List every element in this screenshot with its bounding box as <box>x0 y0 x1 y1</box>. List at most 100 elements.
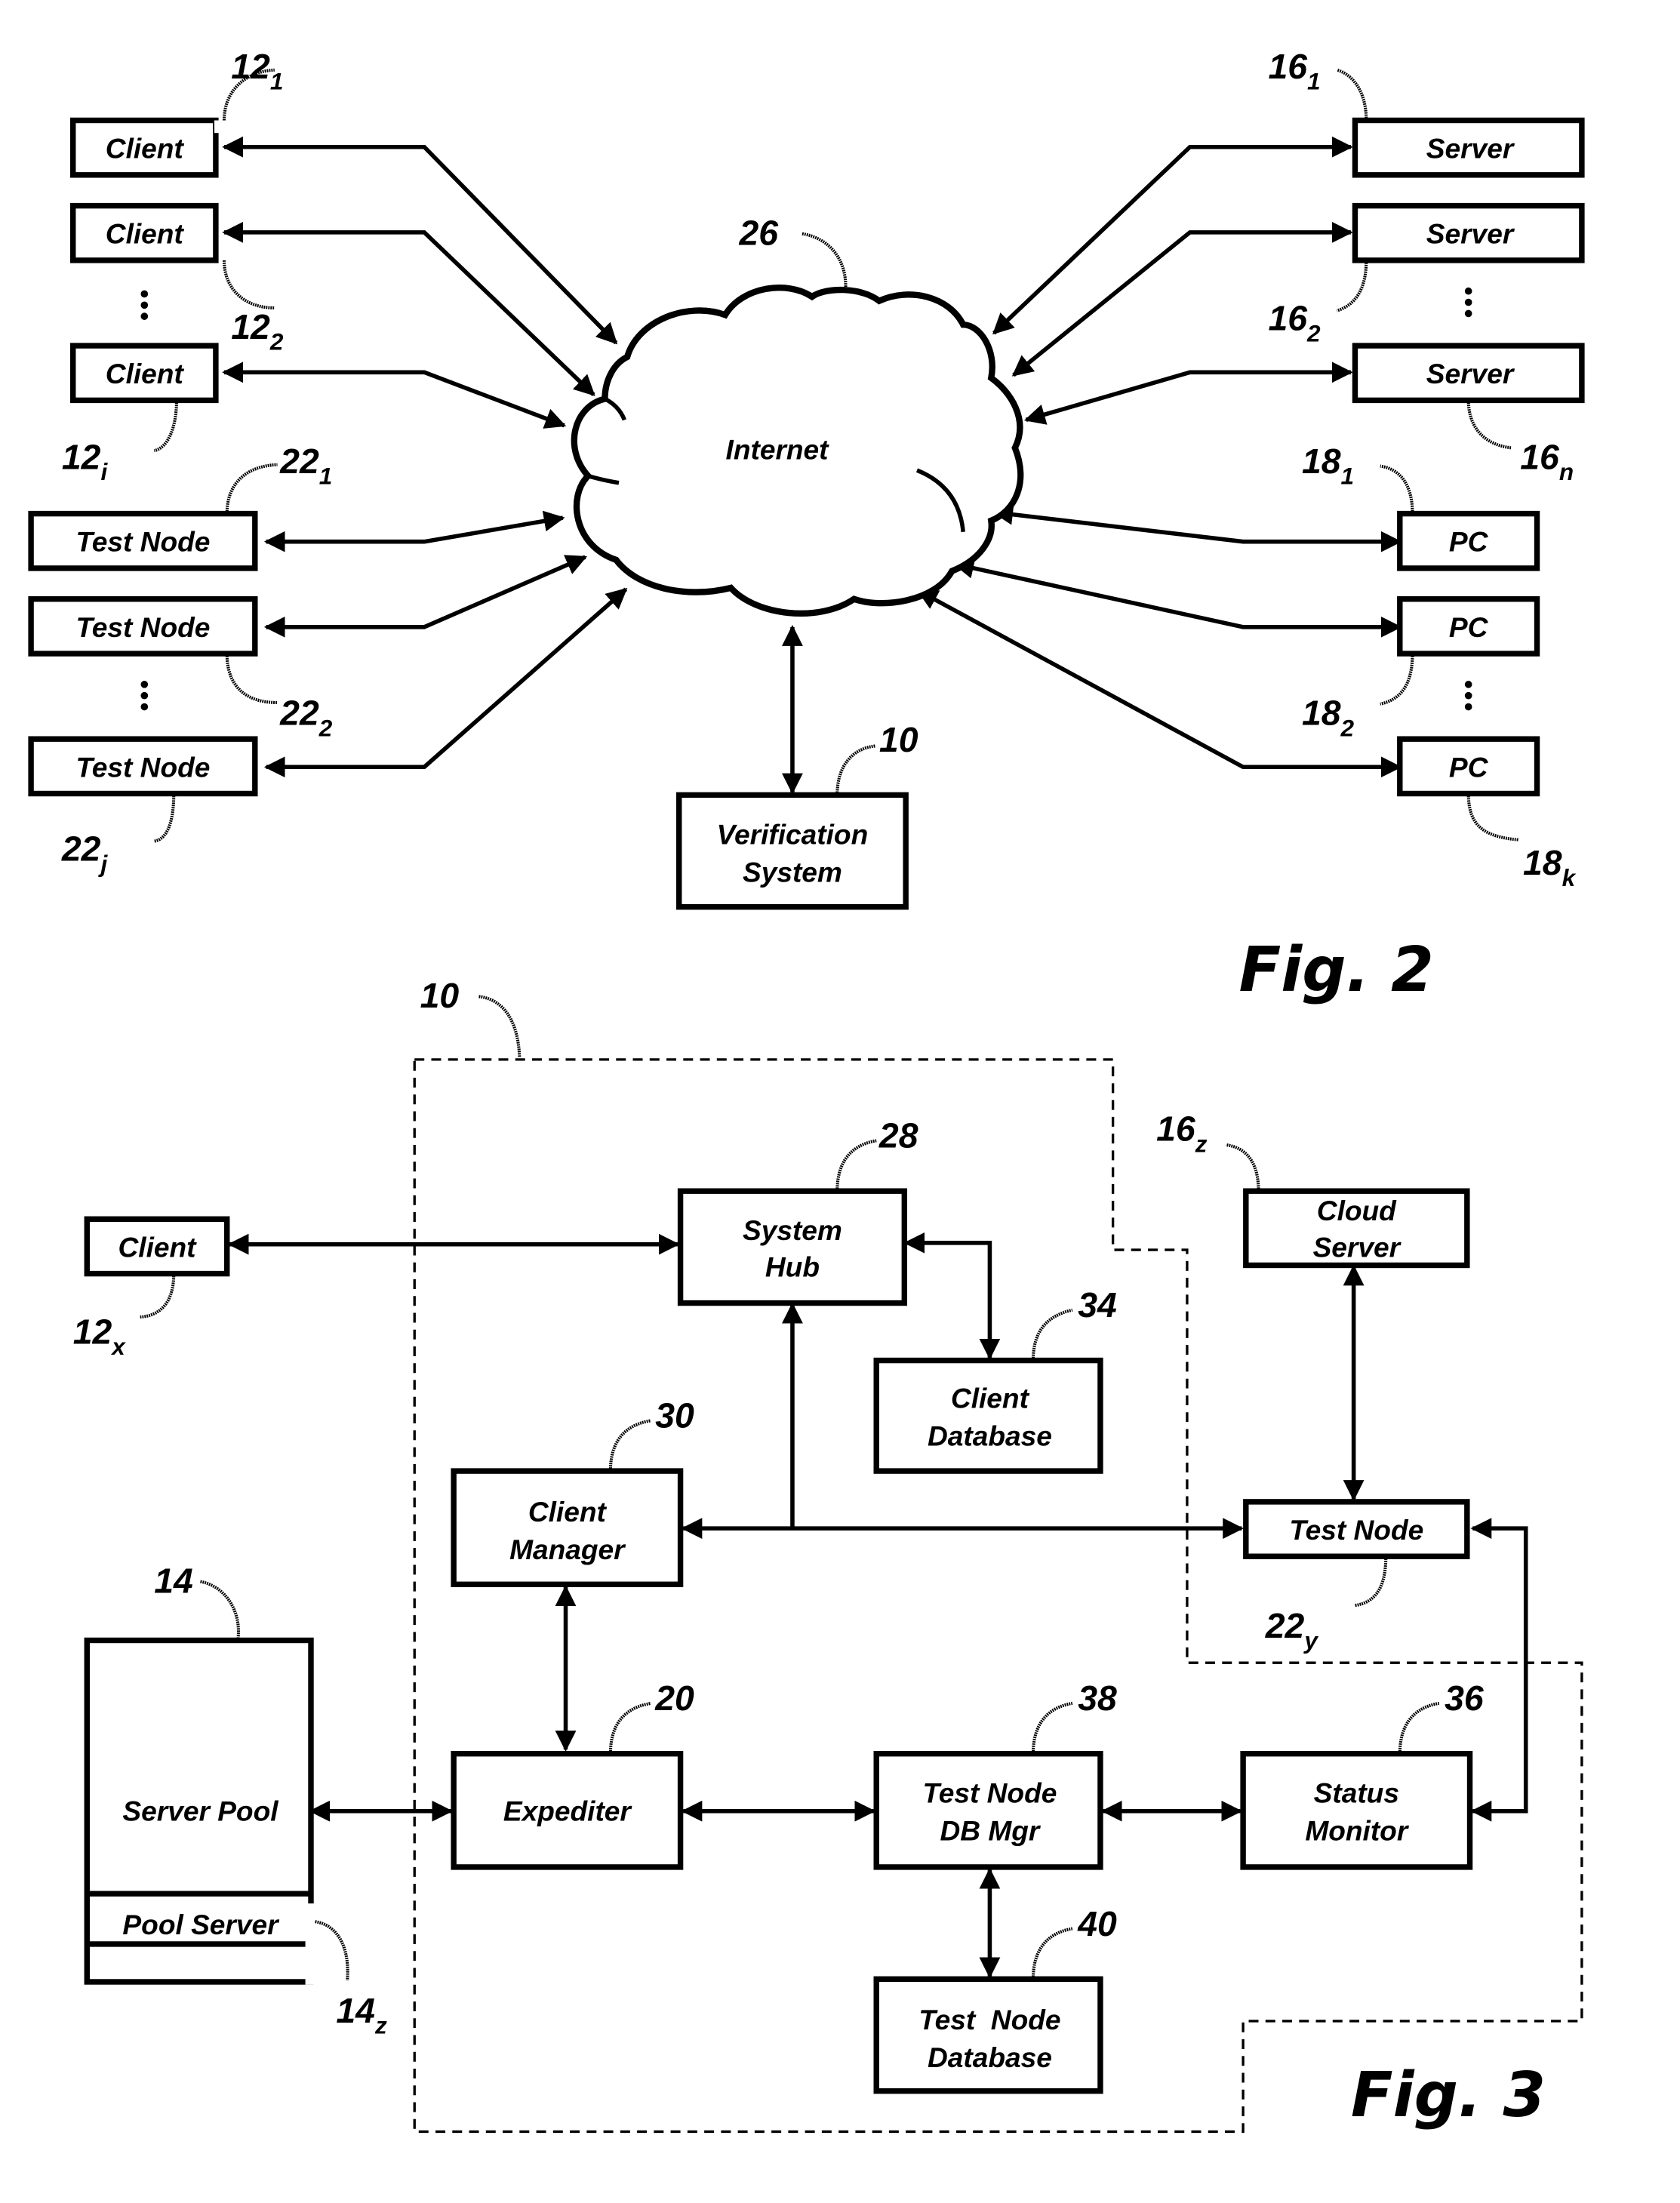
client-manager-box[interactable]: Client Manager <box>451 1468 684 1588</box>
testnode-box-j[interactable]: Test Node <box>28 736 258 797</box>
ref-36: 36 <box>1445 1678 1485 1718</box>
client-database-label-1: Client <box>951 1383 1030 1414</box>
testnode-label: Test Node <box>76 526 211 558</box>
test-node-database-label-2: Database <box>928 2041 1052 2073</box>
system-hub-label-2: Hub <box>765 1251 820 1282</box>
leader-30 <box>608 1419 651 1472</box>
ref-12-x: 12x <box>73 1312 127 1360</box>
leader-34 <box>1031 1308 1073 1361</box>
ref-18-2: 182 <box>1302 694 1355 742</box>
server-box-2[interactable]: Server <box>1352 202 1585 263</box>
ref-22-j: 22j <box>61 829 109 878</box>
verification-system-box[interactable]: Verification System <box>676 792 909 910</box>
client-box-i[interactable]: Client <box>70 343 219 404</box>
ref-18-1: 181 <box>1302 442 1354 490</box>
test-node-database-box[interactable]: Test Node Database <box>873 1976 1103 2094</box>
link-testnode-2 <box>263 555 588 638</box>
link-server-n <box>1023 362 1353 425</box>
ref-26: 26 <box>738 214 779 253</box>
leader-40 <box>1031 1927 1073 1980</box>
leader-18-2 <box>1380 654 1414 706</box>
test-node-db-mgr-box[interactable]: Test Node DB Mgr <box>873 1750 1103 1870</box>
leader-26 <box>802 232 848 290</box>
ref-40: 40 <box>1077 1904 1117 1943</box>
ellipsis-testnodes <box>140 681 149 711</box>
ref-12-i: 12i <box>62 437 109 485</box>
pc-box-1[interactable]: PC <box>1397 510 1540 571</box>
leader-10 <box>835 744 875 795</box>
ellipsis-pcs <box>1464 681 1472 711</box>
client-label: Client <box>106 358 185 389</box>
status-monitor-box[interactable]: Status Monitor <box>1240 1750 1473 1870</box>
system-hub-box[interactable]: System Hub <box>677 1188 908 1306</box>
testnode-box-1[interactable]: Test Node <box>28 510 258 571</box>
server-pool-label: Server Pool <box>122 1795 278 1827</box>
expediter-box[interactable]: Expediter <box>451 1750 684 1870</box>
link-hub-clientdb <box>903 1232 1001 1360</box>
testnode-label: Test Node <box>1289 1514 1423 1546</box>
testnode-box-2[interactable]: Test Node <box>28 596 258 657</box>
leader-22-y <box>1355 1556 1388 1608</box>
ref-34: 34 <box>1078 1285 1117 1325</box>
verification-system-label-2: System <box>743 856 842 888</box>
leader-38 <box>1031 1701 1073 1754</box>
client-label: Client <box>118 1231 197 1263</box>
pc-box-k[interactable]: PC <box>1397 736 1540 797</box>
patent-figure-sheet: Internet 26 Client 121 Client 122 Client… <box>28 47 1585 2134</box>
cloud-server-box[interactable]: Cloud Server <box>1243 1188 1470 1269</box>
leader-22-1 <box>225 463 278 514</box>
status-monitor-label-1: Status <box>1314 1777 1399 1809</box>
client-box-1[interactable]: Client <box>70 117 223 178</box>
ref-28: 28 <box>878 1116 918 1155</box>
ref-16-2: 162 <box>1268 299 1321 347</box>
pc-label: PC <box>1449 526 1489 558</box>
ref-14-z: 14z <box>336 1991 387 2039</box>
cloud-server-label-1: Cloud <box>1317 1195 1397 1226</box>
ellipsis-servers <box>1464 287 1472 318</box>
client-manager-label-2: Manager <box>509 1534 626 1565</box>
link-pc-k <box>916 589 1402 778</box>
leader-22-2 <box>225 654 278 705</box>
ref-38: 38 <box>1078 1678 1117 1718</box>
leader-18-1 <box>1380 464 1414 514</box>
fig2-title: Fig. 2 <box>1239 934 1434 1006</box>
internet-label: Internet <box>726 433 830 465</box>
server-box-1[interactable]: Server <box>1352 117 1585 178</box>
ref-22-2: 222 <box>279 694 333 742</box>
ref-12-2: 122 <box>231 307 284 355</box>
link-pc-1 <box>992 503 1402 552</box>
link-pc-2 <box>952 558 1402 638</box>
leader-16-2 <box>1336 260 1368 312</box>
pool-server-label: Pool Server <box>122 1909 280 1940</box>
fig3-client-box[interactable]: Client <box>84 1216 230 1277</box>
testnode-label: Test Node <box>76 751 211 783</box>
client-label: Client <box>106 133 185 165</box>
ref-18-k: 18k <box>1523 843 1577 891</box>
pc-box-2[interactable]: PC <box>1397 596 1540 657</box>
testnode-label: Test Node <box>76 611 211 643</box>
ref-16-1: 161 <box>1268 47 1320 95</box>
link-client-i <box>222 362 567 429</box>
fig3-title: Fig. 3 <box>1351 2060 1546 2131</box>
status-monitor-label-2: Monitor <box>1305 1815 1409 1847</box>
server-label: Server <box>1426 358 1515 389</box>
server-label: Server <box>1426 218 1515 250</box>
ref-10-fig3: 10 <box>420 976 460 1015</box>
fig3-testnode-box[interactable]: Test Node <box>1243 1499 1470 1559</box>
ref-12-1: 121 <box>231 47 283 95</box>
server-pool-box[interactable]: Server Pool Pool Server <box>84 1637 317 1985</box>
leader-16-z <box>1226 1143 1260 1192</box>
leader-14-z <box>315 1920 349 1981</box>
test-node-database-label-1: Test Node <box>918 2004 1060 2035</box>
client-database-box[interactable]: Client Database <box>873 1357 1103 1474</box>
leader-36 <box>1398 1701 1440 1754</box>
link-client-1 <box>222 136 618 345</box>
leader-16-1 <box>1336 68 1368 121</box>
ref-22-y: 22y <box>1265 1606 1319 1654</box>
ref-20: 20 <box>654 1678 694 1718</box>
client-box-2[interactable]: Client <box>70 202 219 263</box>
ref-22-1: 221 <box>279 442 332 490</box>
server-box-n[interactable]: Server <box>1352 343 1585 404</box>
expediter-label: Expediter <box>503 1795 633 1827</box>
leader-12-2 <box>222 260 275 310</box>
